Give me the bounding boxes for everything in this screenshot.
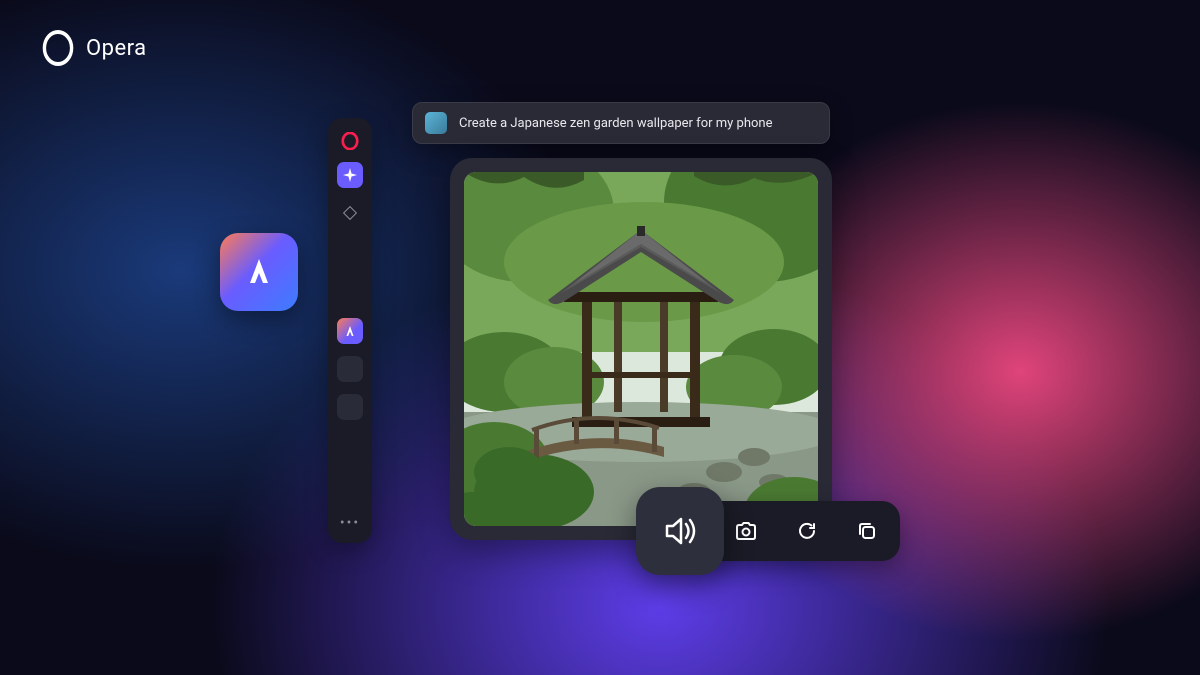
sidebar-slot-2[interactable]: [337, 394, 363, 420]
aria-app-icon[interactable]: [220, 233, 298, 311]
speaker-icon: [659, 510, 701, 552]
generated-image-card: [450, 158, 832, 540]
copy-icon: [856, 520, 878, 542]
copy-button[interactable]: [856, 520, 878, 542]
camera-icon: [734, 519, 758, 543]
sidebar-more-button[interactable]: •••: [340, 515, 360, 531]
zen-garden-scene: [464, 172, 818, 526]
refresh-button[interactable]: [796, 520, 818, 542]
prompt-text: Create a Japanese zen garden wallpaper f…: [459, 116, 772, 131]
camera-button[interactable]: [734, 519, 758, 543]
sparkle-nav-button[interactable]: [337, 162, 363, 188]
refresh-icon: [796, 520, 818, 542]
opera-brand-text: Opera: [86, 36, 147, 61]
generated-image[interactable]: [464, 172, 818, 526]
sparkle-icon: [343, 168, 357, 182]
aria-glyph-icon: [238, 251, 280, 293]
opera-brand-logo: Opera: [40, 30, 147, 66]
sidebar-aria-app[interactable]: [337, 318, 363, 344]
diamond-nav-button[interactable]: [337, 200, 363, 226]
speak-button[interactable]: [636, 487, 724, 575]
user-avatar-icon: [425, 112, 447, 134]
prompt-input-bar[interactable]: Create a Japanese zen garden wallpaper f…: [412, 102, 830, 144]
opera-ring-icon: [43, 30, 74, 66]
image-action-bar: [636, 487, 900, 575]
browser-sidebar: •••: [328, 118, 372, 543]
aria-small-icon: [343, 324, 357, 338]
diamond-icon: [343, 206, 357, 220]
opera-small-icon[interactable]: [341, 132, 359, 150]
sidebar-slot-1[interactable]: [337, 356, 363, 382]
secondary-actions: [706, 501, 900, 561]
